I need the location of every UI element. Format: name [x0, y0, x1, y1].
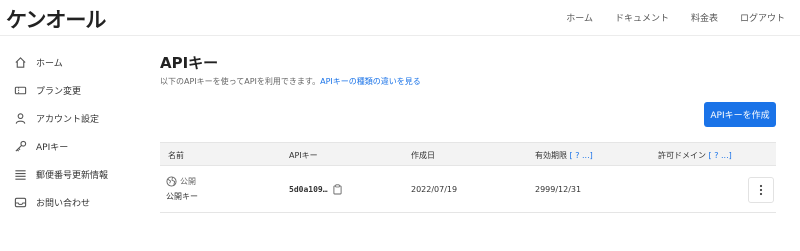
public-badge: 公開 [166, 176, 198, 187]
page-subtitle: 以下のAPIキーを使ってAPIを利用できます。APIキーの種類の違いを見る [160, 76, 421, 87]
key-name: 公開キー [166, 192, 198, 201]
user-icon [13, 111, 27, 125]
header-expires: 有効期限 [ ? ...] [535, 150, 593, 161]
list-icon [13, 167, 27, 181]
sidebar-item-label: ホーム [36, 58, 63, 69]
key-icon [13, 139, 27, 153]
sidebar-item-label: APIキー [36, 142, 69, 153]
sidebar: ホーム プラン変更 アカウント設定 APIキー 郵便番号更新情報 お問い合わせ [0, 48, 140, 216]
subtitle-text: 以下のAPIキーを使ってAPIを利用できます。 [160, 77, 321, 86]
copy-icon[interactable] [332, 184, 342, 195]
expires-help-link[interactable]: [ ? ...] [570, 151, 593, 160]
name-cell: 公開 公開キー [166, 176, 198, 202]
sidebar-item-label: 郵便番号更新情報 [36, 170, 109, 181]
sidebar-item-account-settings[interactable]: アカウント設定 [0, 104, 140, 132]
header-api-key: APIキー [289, 151, 318, 160]
main-content: APIキー 以下のAPIキーを使ってAPIを利用できます。APIキーの種類の違い… [160, 0, 776, 251]
sidebar-item-plan-change[interactable]: プラン変更 [0, 76, 140, 104]
api-key-value: 5d0a109… [289, 185, 328, 194]
globe-icon [166, 176, 177, 187]
home-icon [13, 55, 27, 69]
sidebar-item-label: アカウント設定 [36, 114, 100, 125]
brand-logo[interactable]: ケンオール [6, 4, 106, 34]
ticket-icon [13, 83, 27, 97]
allowed-domains-help-link[interactable]: [ ? ...] [709, 151, 732, 160]
sidebar-item-label: お問い合わせ [36, 198, 91, 209]
mail-icon [13, 195, 27, 209]
table-row: 公開 公開キー 5d0a109… 2022/07/19 2999/12/31 [160, 166, 776, 213]
sidebar-item-contact[interactable]: お問い合わせ [0, 188, 140, 216]
sidebar-item-home[interactable]: ホーム [0, 48, 140, 76]
row-menu-button[interactable] [748, 177, 774, 203]
sidebar-item-api-keys[interactable]: APIキー [0, 132, 140, 160]
table-header: 名前 APIキー 作成日 有効期限 [ ? ...] 許可ドメイン [ ? ..… [160, 142, 776, 166]
header-allowed-domains-label: 許可ドメイン [658, 151, 706, 160]
badge-label: 公開 [180, 177, 196, 186]
header-expires-label: 有効期限 [535, 151, 567, 160]
sidebar-item-postal-updates[interactable]: 郵便番号更新情報 [0, 160, 140, 188]
page-title: APIキー [160, 54, 219, 72]
header-allowed-domains: 許可ドメイン [ ? ...] [658, 150, 732, 161]
api-key-cell: 5d0a109… [289, 184, 342, 195]
created-date: 2022/07/19 [411, 185, 458, 194]
api-keys-table: 名前 APIキー 作成日 有効期限 [ ? ...] 許可ドメイン [ ? ..… [160, 142, 776, 213]
more-vertical-icon [759, 184, 763, 196]
key-types-link[interactable]: APIキーの種類の違いを見る [320, 77, 421, 86]
sidebar-item-label: プラン変更 [36, 86, 82, 97]
expires-date: 2999/12/31 [535, 185, 582, 194]
header-created: 作成日 [411, 151, 435, 160]
create-api-key-button[interactable]: APIキーを作成 [704, 102, 776, 127]
header-name: 名前 [168, 151, 184, 160]
